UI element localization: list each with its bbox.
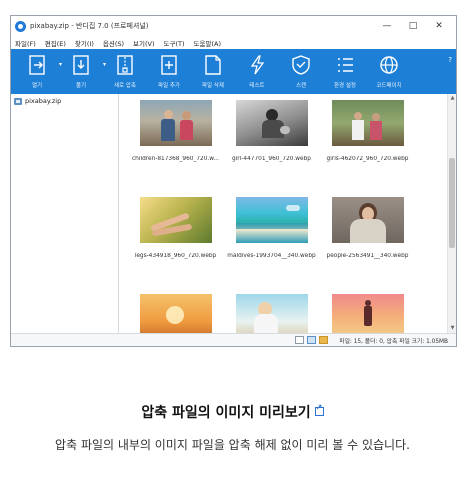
menu-edit[interactable]: 편집(E) <box>45 38 66 48</box>
external-link-icon[interactable] <box>314 403 324 416</box>
file-item[interactable]: people-2563491__340.webp <box>321 197 414 276</box>
toolbar: 열기 ▾ 풀기 ▾ 새로 압축 파일 추가 파일 삭제 테스트 스캔 환경 설정… <box>11 49 456 94</box>
thumbnail-view-icon[interactable] <box>307 336 317 344</box>
file-item[interactable]: girl-447701_960_720.webp <box>225 100 318 179</box>
folder-view-icon[interactable] <box>319 336 329 344</box>
new-archive-button[interactable]: 새로 압축 <box>103 49 147 94</box>
open-icon <box>29 55 45 75</box>
delete-file-button[interactable]: 파일 삭제 <box>191 49 235 94</box>
codepage-label: 코드페이지 <box>376 83 402 89</box>
add-file-label: 파일 추가 <box>158 83 180 89</box>
open-button[interactable]: 열기 ▾ <box>15 49 62 94</box>
maximize-button[interactable]: □ <box>400 16 426 36</box>
delete-file-label: 파일 삭제 <box>202 83 224 89</box>
tree-item-root[interactable]: pixabay.zip <box>11 96 118 106</box>
thumbnail-view: children-817368_960_720.w... girl-447701… <box>119 94 456 340</box>
test-label: 테스트 <box>249 83 265 89</box>
image-thumbnail <box>235 100 308 146</box>
add-file-icon <box>161 55 177 75</box>
settings-label: 환경 설정 <box>334 83 356 89</box>
menu-tools[interactable]: 도구(T) <box>164 38 185 48</box>
file-name: legs-434918_960_720.webp <box>134 253 217 259</box>
file-item[interactable]: girls-462072_960_720.webp <box>321 100 414 179</box>
caption-title[interactable]: 압축 파일의 이미지 미리보기 <box>0 402 465 422</box>
vertical-scrollbar[interactable]: ▲ ▼ <box>447 94 456 333</box>
extract-icon <box>73 55 89 75</box>
file-name: girl-447701_960_720.webp <box>232 156 311 162</box>
folder-tree: pixabay.zip <box>11 94 119 333</box>
scan-button[interactable]: 스캔 <box>279 49 323 94</box>
menu-file[interactable]: 파일(F) <box>15 38 36 48</box>
scroll-down-icon[interactable]: ▼ <box>448 324 456 333</box>
title-bar: pixabay.zip - 반디집 7.0 (프로페셔널) — □ ✕ <box>11 16 456 36</box>
caption-body: 압축 파일의 내부의 이미지 파일을 압축 해제 없이 미리 볼 수 있습니다. <box>55 438 410 452</box>
file-name: maldives-1993704__340.webp <box>227 253 316 259</box>
close-button[interactable]: ✕ <box>426 16 452 36</box>
new-archive-icon <box>117 55 133 75</box>
main-content: pixabay.zip children-817368_960_720.w... <box>11 94 456 340</box>
scan-icon <box>292 55 310 75</box>
menu-view[interactable]: 보기(V) <box>133 38 154 48</box>
minimize-button[interactable]: — <box>374 16 400 36</box>
scroll-up-icon[interactable]: ▲ <box>448 94 456 103</box>
menu-find[interactable]: 찾기(I) <box>75 38 94 48</box>
scrollbar-thumb[interactable] <box>449 158 455 248</box>
caption-title-text: 압축 파일의 이미지 미리보기 <box>141 405 311 421</box>
file-item[interactable]: legs-434918_960_720.webp <box>129 197 222 276</box>
menu-bar: 파일(F) 편집(E) 찾기(I) 옵션(S) 보기(V) 도구(T) 도움말(… <box>11 36 456 49</box>
extract-label: 풀기 <box>75 83 87 89</box>
extract-button[interactable]: 풀기 ▾ <box>59 49 106 94</box>
open-label: 열기 <box>31 83 43 89</box>
scan-label: 스캔 <box>295 83 307 89</box>
file-name: children-817368_960_720.w... <box>132 156 219 162</box>
help-button[interactable]: ? <box>448 56 452 64</box>
file-name: girls-462072_960_720.webp <box>326 156 409 162</box>
image-thumbnail <box>139 197 212 243</box>
image-thumbnail <box>331 197 404 243</box>
list-view-icon[interactable] <box>295 336 305 344</box>
menu-help[interactable]: 도움말(A) <box>194 38 221 48</box>
window-title: pixabay.zip - 반디집 7.0 (프로페셔널) <box>30 22 149 30</box>
test-icon <box>250 55 265 75</box>
status-text: 파일: 15, 폴더: 0, 압축 파일 크기: 1.05MB <box>339 338 448 345</box>
codepage-button[interactable]: 코드페이지 <box>367 49 411 94</box>
image-thumbnail <box>331 100 404 146</box>
app-window: pixabay.zip - 반디집 7.0 (프로페셔널) — □ ✕ 파일(F… <box>10 15 457 347</box>
new-archive-label: 새로 압축 <box>114 83 136 89</box>
file-item[interactable]: children-817368_960_720.w... <box>129 100 222 179</box>
status-bar: 파일: 15, 폴더: 0, 압축 파일 크기: 1.05MB <box>11 333 456 346</box>
tree-item-label: pixabay.zip <box>25 97 62 105</box>
add-file-button[interactable]: 파일 추가 <box>147 49 191 94</box>
delete-file-icon <box>205 55 221 75</box>
file-name: people-2563491__340.webp <box>326 253 409 259</box>
file-item[interactable]: maldives-1993704__340.webp <box>225 197 318 276</box>
settings-button[interactable]: 환경 설정 <box>323 49 367 94</box>
archive-icon <box>14 97 22 105</box>
bandizip-logo-icon <box>15 20 26 32</box>
image-thumbnail <box>139 100 212 146</box>
codepage-icon <box>380 56 398 74</box>
menu-options[interactable]: 옵션(S) <box>103 38 124 48</box>
test-button[interactable]: 테스트 <box>235 49 279 94</box>
settings-icon <box>338 58 353 72</box>
image-thumbnail <box>235 197 308 243</box>
